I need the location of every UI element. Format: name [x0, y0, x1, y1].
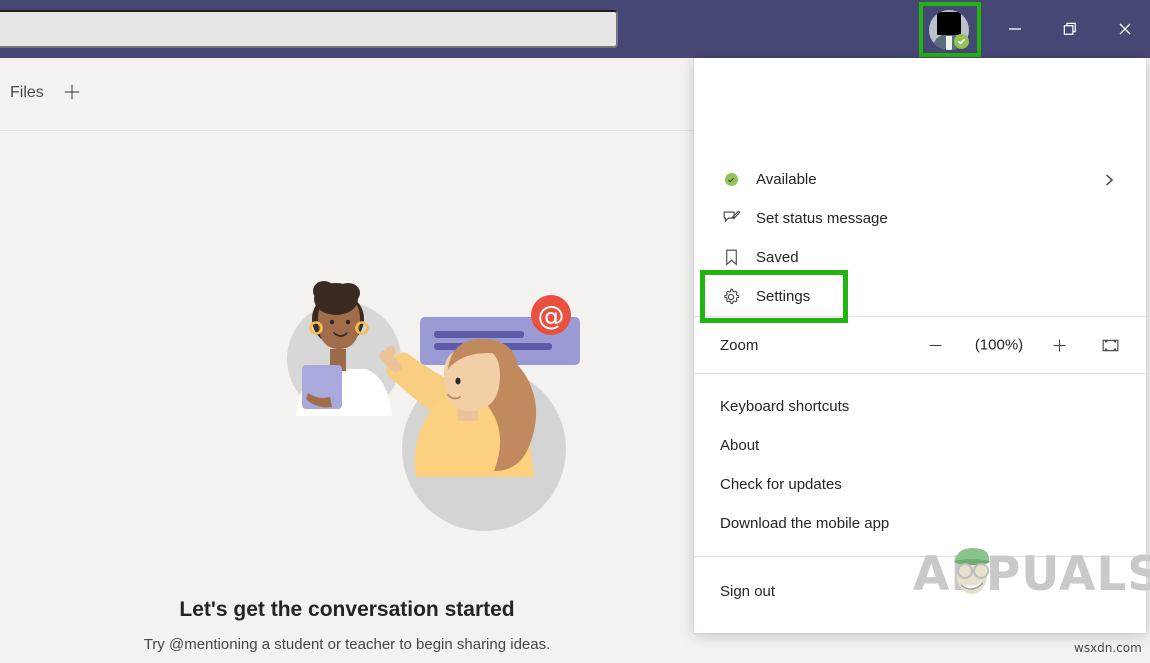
empty-state-illustration: @: [262, 277, 602, 537]
zoom-level-value: (100%): [964, 337, 1034, 354]
main-content: @: [0, 131, 694, 663]
zoom-row: Zoom (100%): [694, 317, 1146, 373]
menu-item-keyboard-shortcuts-label: Keyboard shortcuts: [720, 398, 849, 415]
avatar-highlight-box: [919, 2, 981, 57]
bookmark-icon: [720, 247, 742, 269]
menu-item-about[interactable]: About: [694, 426, 1146, 465]
maximize-button[interactable]: [1052, 12, 1088, 46]
menu-item-set-status-message-label: Set status message: [756, 210, 888, 227]
tab-files[interactable]: Files: [10, 84, 44, 102]
menu-item-saved[interactable]: Saved: [694, 238, 1146, 277]
minimize-button[interactable]: [997, 12, 1033, 46]
menu-item-available-label: Available: [756, 171, 817, 188]
zoom-in-button[interactable]: [1046, 332, 1072, 358]
title-bar: [0, 0, 1150, 58]
gear-icon: [720, 286, 742, 308]
menu-item-keyboard-shortcuts[interactable]: Keyboard shortcuts: [694, 387, 1146, 426]
status-available-icon: [720, 169, 742, 191]
chevron-right-icon: [1102, 173, 1116, 187]
menu-item-saved-label: Saved: [756, 249, 799, 266]
status-available-badge: [954, 34, 969, 49]
menu-item-check-for-updates[interactable]: Check for updates: [694, 465, 1146, 504]
avatar-redaction-box: [937, 12, 961, 35]
user-profile-block: [694, 58, 1146, 160]
status-message-icon: [720, 208, 742, 230]
menu-item-about-label: About: [720, 437, 759, 454]
empty-state-title: Let's get the conversation started: [0, 598, 694, 622]
tab-files-label: Files: [10, 84, 44, 101]
add-tab-button[interactable]: [60, 80, 84, 104]
menu-item-settings[interactable]: Settings: [694, 277, 1146, 316]
zoom-label: Zoom: [720, 337, 758, 354]
empty-state-subtitle: Try @mentioning a student or teacher to …: [0, 636, 694, 653]
menu-item-settings-label: Settings: [756, 288, 810, 305]
menu-item-sign-out-label: Sign out: [720, 583, 775, 600]
zoom-out-button[interactable]: [922, 332, 948, 358]
source-watermark: wsxdn.com: [1074, 641, 1142, 655]
tab-strip: Files: [0, 58, 694, 131]
menu-item-available[interactable]: Available: [694, 160, 1146, 199]
profile-dropdown-menu: Available Set status message Saved: [694, 58, 1146, 633]
menu-item-sign-out[interactable]: Sign out: [694, 572, 1146, 611]
menu-item-download-mobile-app[interactable]: Download the mobile app: [694, 504, 1146, 543]
fullscreen-icon[interactable]: [1097, 332, 1123, 358]
avatar-tie: [946, 36, 952, 50]
menu-item-check-for-updates-label: Check for updates: [720, 476, 842, 493]
close-button[interactable]: [1107, 12, 1143, 46]
menu-item-download-mobile-app-label: Download the mobile app: [720, 515, 889, 532]
menu-item-set-status-message[interactable]: Set status message: [694, 199, 1146, 238]
search-input[interactable]: [0, 10, 618, 48]
teams-window: Files @: [0, 0, 1150, 663]
svg-text:@: @: [538, 301, 565, 332]
